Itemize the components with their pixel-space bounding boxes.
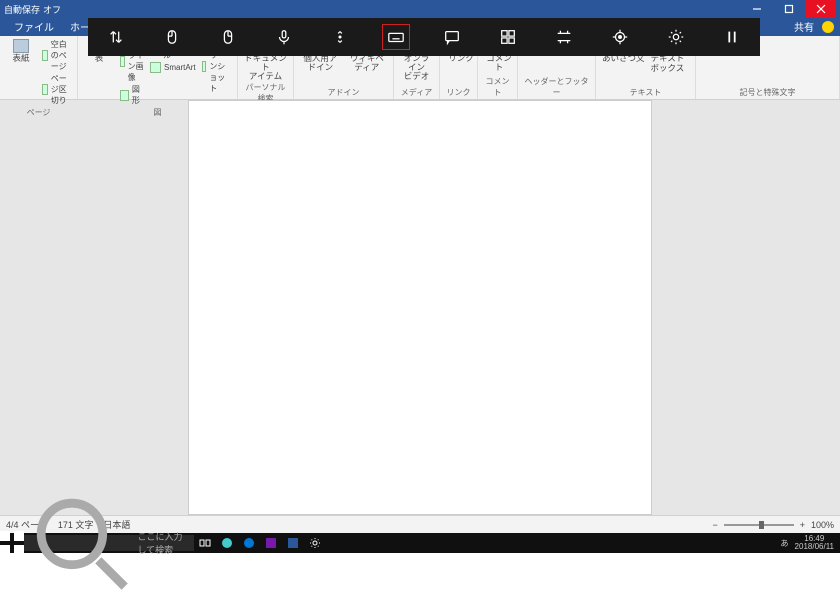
toolbar-chat-icon[interactable] [424, 18, 480, 56]
windows-taskbar: ここに入力して検索 あ 16:49 2018/06/11 [0, 533, 840, 553]
tab-file[interactable]: ファイル [6, 17, 62, 36]
taskbar-settings-icon[interactable] [304, 533, 326, 553]
close-button[interactable] [806, 0, 836, 18]
group-pages-label: ページ [6, 106, 71, 118]
toolbar-crop-icon[interactable] [536, 18, 592, 56]
zoom-out-button[interactable]: − [712, 520, 717, 530]
zoom-slider[interactable] [724, 524, 794, 526]
maximize-button[interactable] [774, 0, 804, 18]
document-page[interactable] [188, 100, 652, 515]
search-placeholder: ここに入力して検索 [137, 530, 190, 556]
feedback-smile-icon[interactable] [822, 21, 834, 33]
minimize-button[interactable] [742, 0, 772, 18]
zoom-level[interactable]: 100% [811, 520, 834, 530]
group-text-label: テキスト [602, 86, 689, 98]
taskbar-app-1[interactable] [216, 533, 238, 553]
taskbar-search[interactable]: ここに入力して検索 [24, 535, 194, 551]
remote-control-toolbar [88, 18, 760, 56]
autosave-toggle[interactable]: 自動保存 オフ [4, 3, 61, 16]
start-button[interactable] [0, 531, 24, 555]
toolbar-mouse-left-icon[interactable] [144, 18, 200, 56]
group-links-label: リンク [446, 86, 471, 98]
toolbar-keyboard-icon[interactable] [368, 18, 424, 56]
toolbar-target-icon[interactable] [592, 18, 648, 56]
tab-share[interactable]: 共有 [794, 19, 814, 34]
task-view-icon[interactable] [194, 533, 216, 553]
tray-ime-icon[interactable]: あ [781, 538, 789, 549]
toolbar-mic-icon[interactable] [256, 18, 312, 56]
taskbar-edge-icon[interactable] [238, 533, 260, 553]
group-headerfooter-label: ヘッダーとフッター [524, 75, 589, 98]
autosave-state: オフ [43, 3, 61, 16]
page-break-button[interactable]: ページ区切り [42, 73, 71, 106]
search-icon [28, 490, 133, 595]
taskbar-word-icon[interactable] [282, 533, 304, 553]
smartart-button[interactable]: SmartArt [150, 62, 196, 73]
blank-page-button[interactable]: 空白のページ [42, 39, 71, 72]
document-workspace [0, 100, 840, 515]
shapes-button[interactable]: 図形 [120, 84, 144, 106]
group-addins-label: アドイン [300, 86, 387, 98]
taskbar-onenote-icon[interactable] [260, 533, 282, 553]
toolbar-scroll-icon[interactable] [312, 18, 368, 56]
toolbar-settings-icon[interactable] [648, 18, 704, 56]
zoom-in-button[interactable]: + [800, 520, 805, 530]
toolbar-updown-icon[interactable] [88, 18, 144, 56]
group-symbols-label: 記号と特殊文字 [702, 86, 833, 98]
group-media-label: メディア [400, 86, 433, 98]
toolbar-mouse-right-icon[interactable] [200, 18, 256, 56]
group-comments-label: コメント [484, 75, 511, 98]
word-titlebar: 自動保存 オフ [0, 0, 840, 18]
cover-page-button[interactable]: 表紙 [6, 39, 36, 63]
system-tray[interactable]: あ 16:49 2018/06/11 [781, 535, 840, 551]
tray-clock[interactable]: 16:49 2018/06/11 [795, 535, 834, 551]
toolbar-windows-icon[interactable] [480, 18, 536, 56]
autosave-label: 自動保存 [4, 3, 40, 16]
toolbar-pause-icon[interactable] [704, 18, 760, 56]
